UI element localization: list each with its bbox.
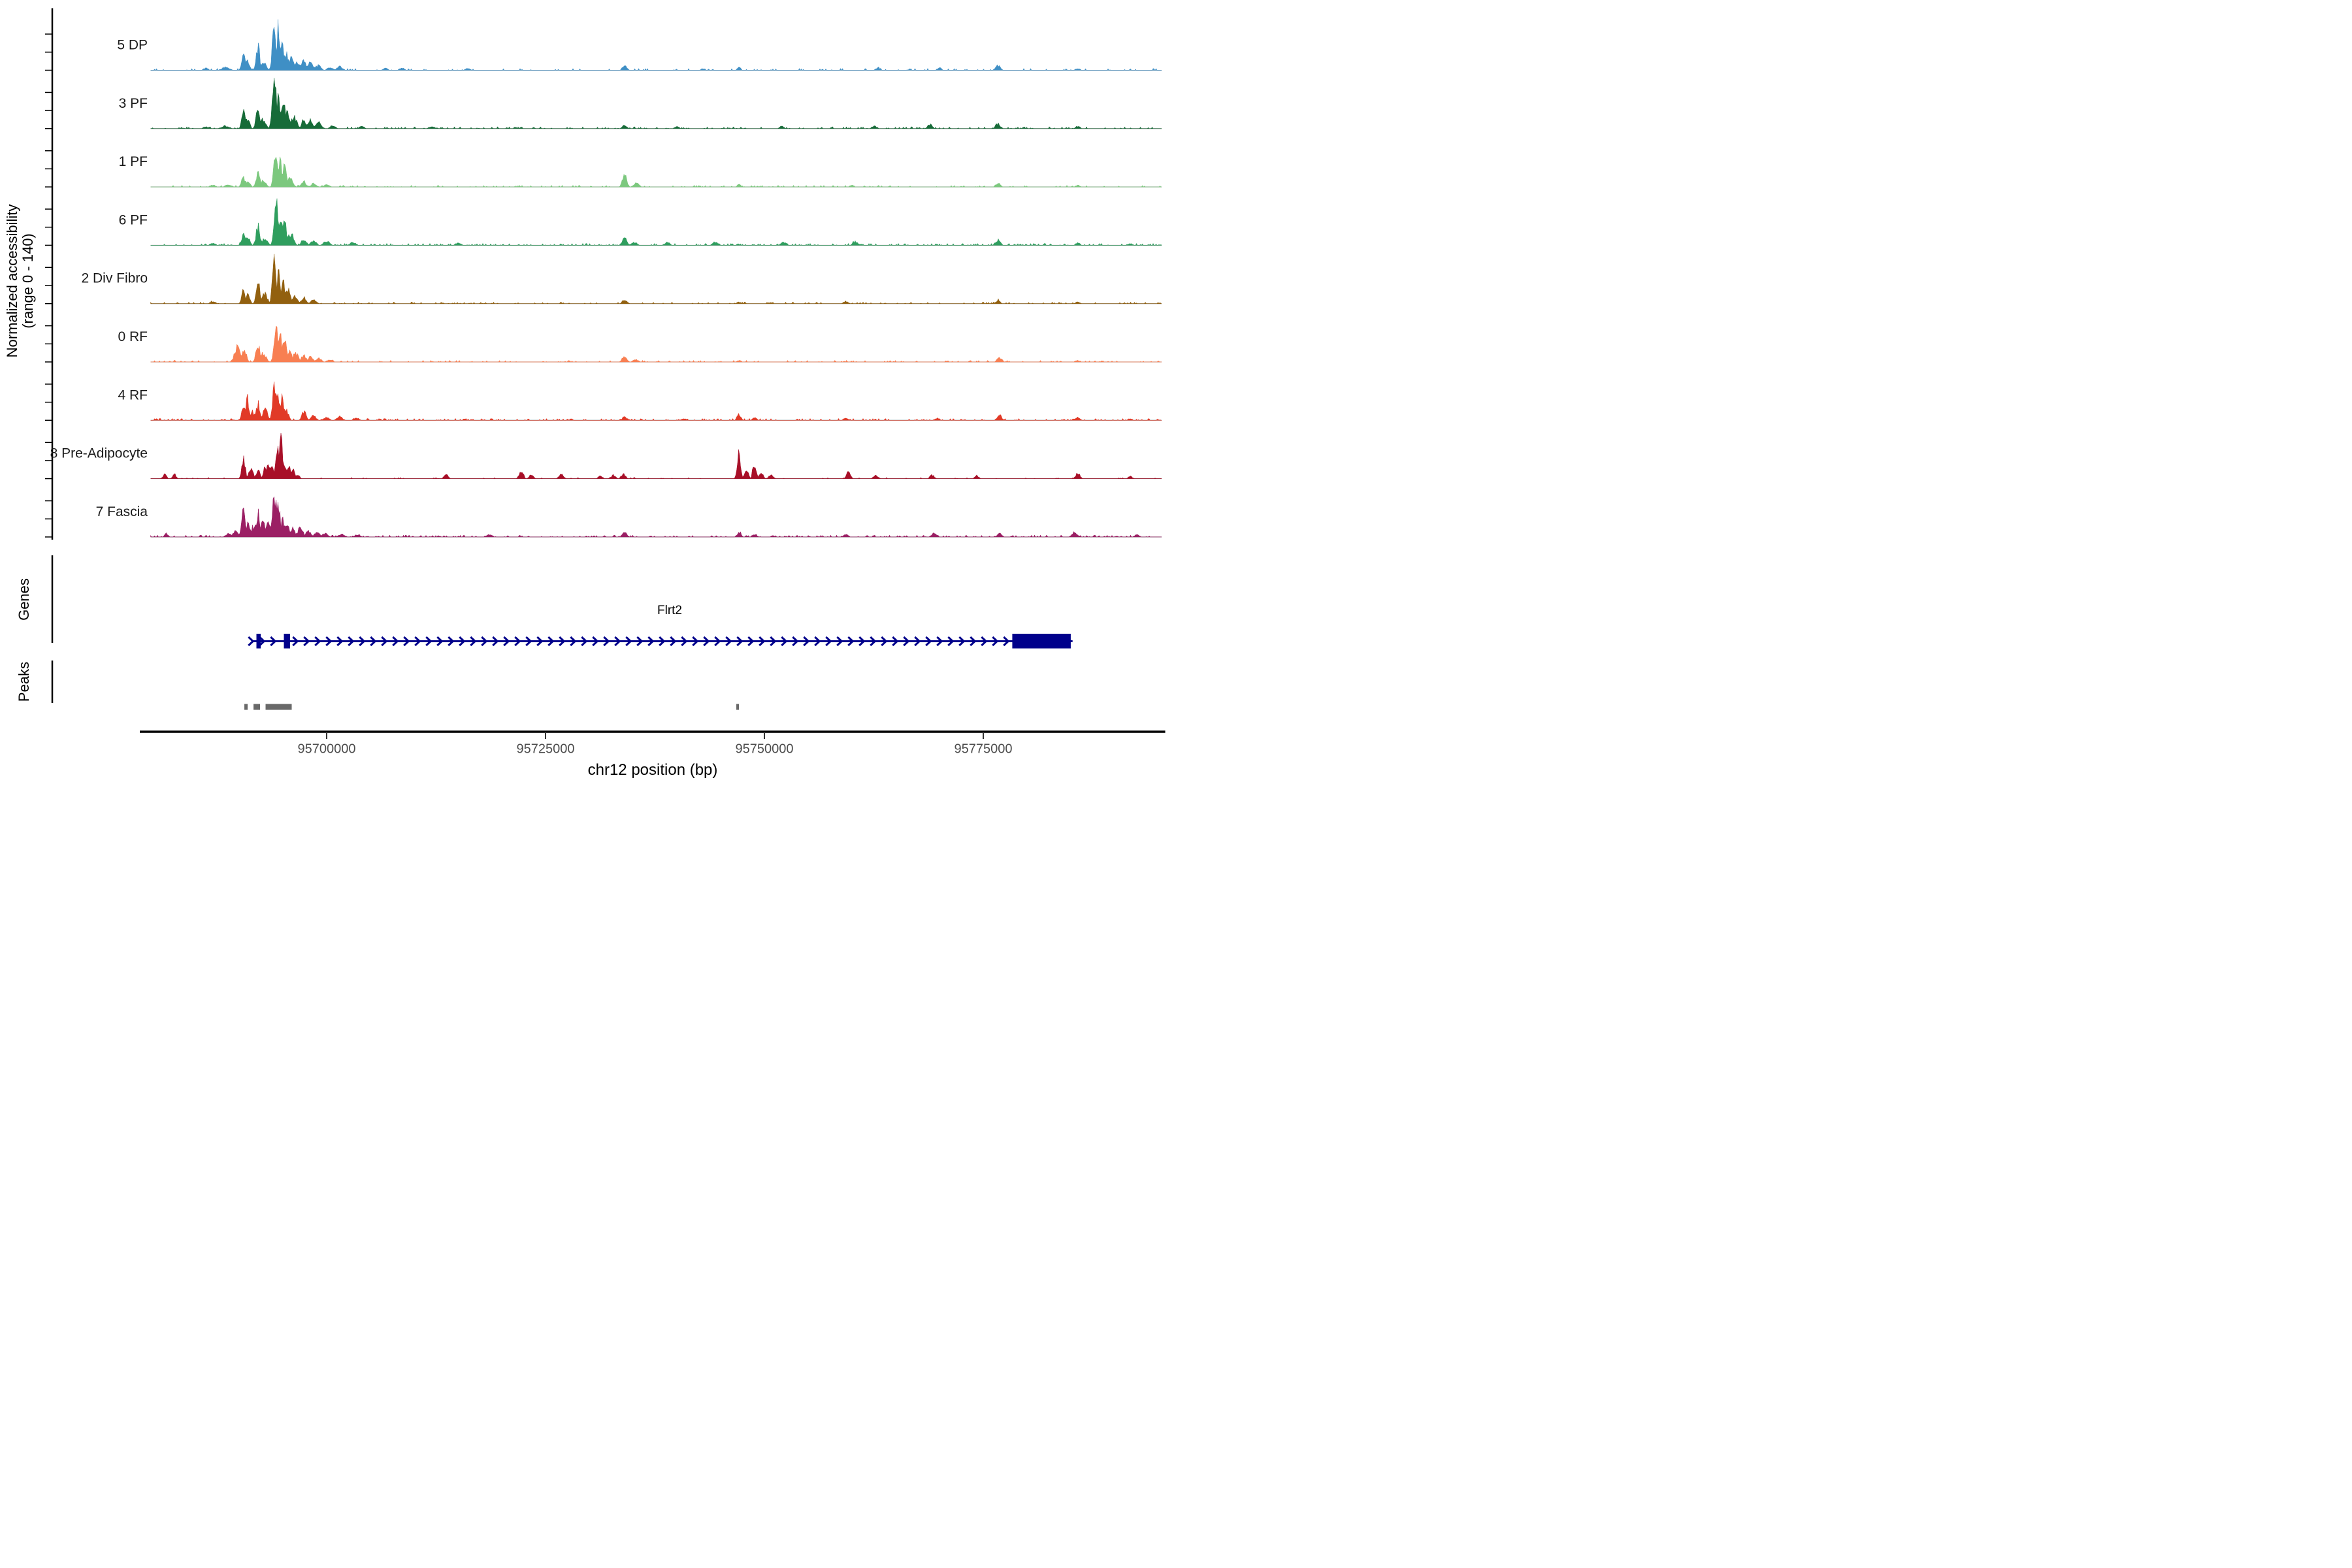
peak-interval-box bbox=[244, 704, 248, 710]
coverage-signal bbox=[151, 157, 1162, 187]
coverage-axis-ticks bbox=[45, 34, 52, 537]
coverage-signal bbox=[151, 497, 1162, 537]
coverage-plot-figure: Normalized accessibility (range 0 - 140)… bbox=[0, 0, 1176, 784]
genes-section-label: Genes bbox=[16, 578, 32, 621]
track-label: 2 Div Fibro bbox=[81, 271, 148, 286]
coverage-track-7-fascia: 7 Fascia bbox=[96, 497, 1162, 537]
gene-model-track bbox=[248, 634, 1072, 649]
gene-exon bbox=[284, 634, 291, 649]
track-label: 3 PF bbox=[119, 96, 148, 111]
x-axis-tick-label: 95775000 bbox=[955, 742, 1013, 757]
coverage-signal bbox=[151, 254, 1162, 304]
peak-interval-box bbox=[253, 704, 260, 710]
track-label: 4 RF bbox=[118, 387, 148, 402]
coverage-signal bbox=[151, 326, 1162, 362]
coverage-signal bbox=[151, 433, 1162, 479]
track-label: 7 Fascia bbox=[96, 504, 148, 519]
coverage-track-0-rf: 0 RF bbox=[118, 326, 1162, 362]
track-label: 1 PF bbox=[119, 154, 148, 169]
peaks-section-label: Peaks bbox=[16, 662, 32, 702]
x-axis-title: chr12 position (bp) bbox=[588, 761, 718, 779]
coverage-track-3-pf: 3 PF bbox=[119, 78, 1162, 129]
track-label: 0 RF bbox=[118, 329, 148, 344]
x-axis-tick-label: 95725000 bbox=[517, 742, 575, 757]
gene-name-label: Flrt2 bbox=[657, 604, 682, 617]
peaks-track bbox=[244, 704, 739, 710]
gene-direction-arrow bbox=[248, 637, 253, 645]
genome-browser-svg: Normalized accessibility (range 0 - 140)… bbox=[0, 0, 1176, 784]
gene-exon bbox=[257, 634, 261, 649]
coverage-track-4-rf: 4 RF bbox=[118, 382, 1162, 420]
y-axis-label-line1: Normalized accessibility bbox=[4, 204, 20, 358]
coverage-track-1-pf: 1 PF bbox=[119, 154, 1162, 187]
gene-exon bbox=[1012, 634, 1070, 649]
coverage-signal bbox=[151, 20, 1162, 71]
x-axis-tick-label: 95700000 bbox=[298, 742, 356, 757]
coverage-signal bbox=[151, 78, 1162, 129]
track-label: 6 PF bbox=[119, 212, 148, 227]
coverage-track-8-pre-adipocyte: 8 Pre-Adipocyte bbox=[50, 433, 1162, 479]
x-axis-tick-label: 95750000 bbox=[736, 742, 794, 757]
track-label: 5 DP bbox=[117, 38, 148, 53]
coverage-tracks: 5 DP 3 PF 1 PF 6 PF 2 Div Fibro 0 RF 4 RF 8 Pre… bbox=[50, 20, 1162, 537]
track-label: 8 Pre-Adipocyte bbox=[50, 446, 148, 461]
x-axis-ticks: 95700000 95725000 95750000 95775000 bbox=[298, 732, 1013, 757]
y-axis-label-line2: (range 0 - 140) bbox=[20, 233, 36, 329]
peak-interval-box bbox=[266, 704, 292, 710]
coverage-track-6-pf: 6 PF bbox=[119, 199, 1162, 246]
coverage-signal bbox=[151, 199, 1162, 246]
peak-interval-box bbox=[736, 704, 739, 710]
coverage-signal bbox=[151, 382, 1162, 420]
coverage-track-5-dp: 5 DP bbox=[117, 20, 1162, 71]
coverage-track-2-div-fibro: 2 Div Fibro bbox=[81, 254, 1162, 304]
